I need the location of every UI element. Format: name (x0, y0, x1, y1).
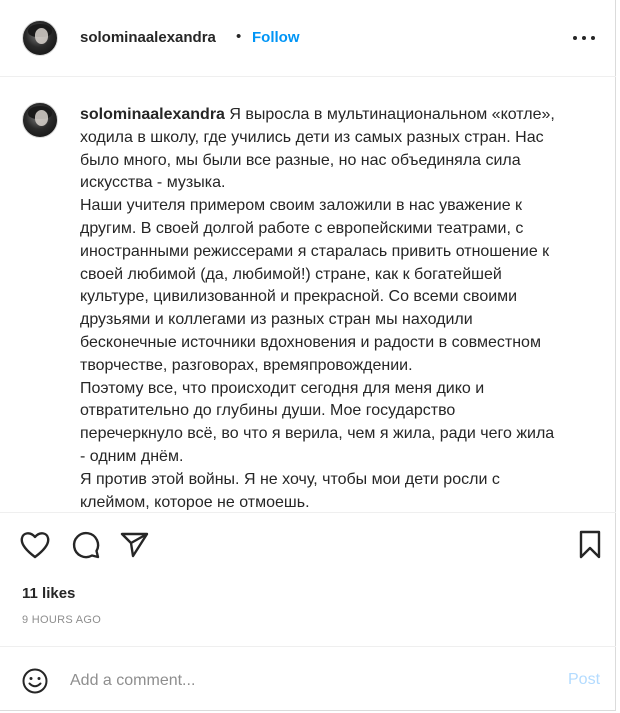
caption-line: - одним днём. (80, 447, 184, 465)
post-timestamp[interactable]: 9 HOURS AGO (22, 614, 101, 626)
caption-scroll-area[interactable]: solominaalexandra Я выросла в мультинаци… (0, 90, 616, 510)
caption-line: искусства - музыка. (80, 174, 226, 192)
caption-text: solominaalexandra Я выросла в мультинаци… (80, 104, 600, 510)
caption-line-text: Я выросла в мультинациональном «котле», (229, 106, 555, 123)
caption-line: Поэтому все, что происходит сегодня для … (80, 379, 485, 397)
caption-line: другим. В своей долгой работе с европейс… (80, 219, 524, 237)
caption-line: бесконечные источники вдохновения и радо… (80, 333, 541, 351)
post-comment-button[interactable]: Post (568, 671, 600, 689)
heart-icon[interactable] (20, 531, 50, 559)
caption-line: Я против этой войны. Я не хочу, чтобы мо… (80, 470, 500, 488)
post-header: solominaalexandra • Follow (0, 0, 616, 77)
caption-line: творчестве, разговорах, времяпровождении… (80, 356, 413, 374)
share-icon[interactable] (120, 531, 150, 559)
caption-username[interactable]: solominaalexandra (80, 106, 225, 123)
caption-line: иностранными режиссерами я старалась при… (80, 242, 550, 260)
likes-count[interactable]: 11 likes (22, 585, 75, 602)
bookmark-icon[interactable] (578, 530, 602, 560)
emoji-icon[interactable] (22, 668, 48, 694)
caption-line: Наши учителя примером своим заложили в н… (80, 197, 523, 215)
more-options-icon[interactable] (573, 26, 597, 50)
caption-line: друзьями и коллегами из разных стран мы … (80, 311, 473, 329)
caption-line: культуре, цивилизованной и прекрасной. С… (80, 288, 518, 306)
comment-input[interactable] (70, 670, 540, 692)
comment-divider (0, 646, 616, 647)
author-avatar[interactable] (22, 20, 58, 56)
comment-icon[interactable] (71, 530, 101, 560)
caption-line: клеймом, которое не отмоешь. (80, 493, 310, 510)
caption-line: solominaalexandra Я выросла в мультинаци… (80, 104, 600, 127)
caption-line: ходила в школу, где учились дети из самы… (80, 128, 544, 146)
caption-line: было много, мы были все разные, но нас о… (80, 151, 521, 169)
caption-line: своей любимой (да, любимой!) стране, как… (80, 265, 502, 283)
actions-divider (0, 512, 616, 513)
caption-avatar[interactable] (22, 102, 58, 138)
follow-button[interactable]: Follow (252, 29, 300, 46)
separator-dot: • (236, 28, 242, 45)
author-username[interactable]: solominaalexandra (80, 29, 216, 46)
caption-line: отвратительно до глубины души. Мое госуд… (80, 402, 456, 420)
caption-line: перечеркнуло всё, во что я верила, чем я… (80, 425, 555, 443)
